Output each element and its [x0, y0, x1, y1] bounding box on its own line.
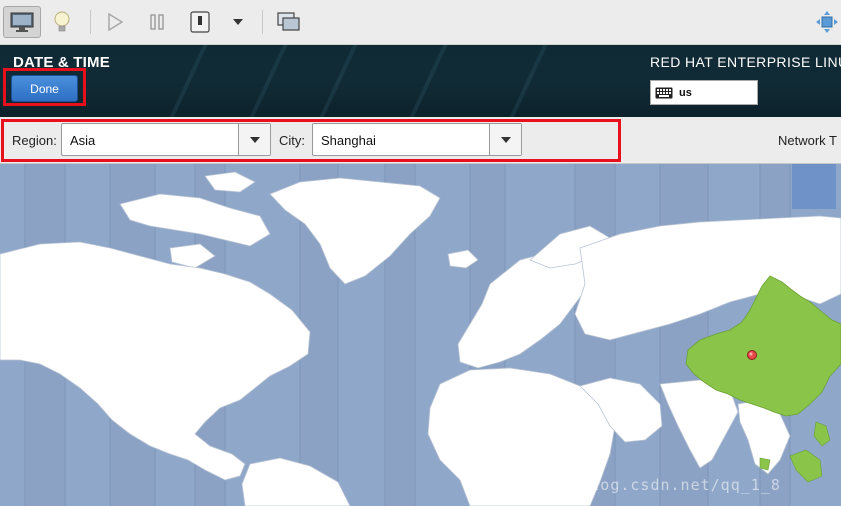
fullscreen-button[interactable]	[814, 6, 840, 38]
region-dropdown-button[interactable]	[238, 124, 270, 155]
chevron-down-icon	[249, 136, 260, 143]
move-arrows-icon	[816, 11, 838, 33]
shutdown-menu-dropdown[interactable]	[228, 6, 248, 38]
pause-button[interactable]	[144, 6, 170, 38]
timezone-map[interactable]: https://blog.csdn.net/qq_1_8	[0, 164, 841, 506]
timezone-selector-bar: Region: Asia City: Shanghai Network T	[0, 117, 841, 164]
pause-icon	[150, 14, 164, 30]
run-button[interactable]	[102, 6, 128, 38]
watermark-text: https://blog.csdn.net/qq_1_8	[500, 476, 781, 494]
toolbar-separator	[90, 10, 91, 34]
keyboard-layout-label: us	[679, 86, 692, 99]
highlight-zone-top	[792, 164, 836, 209]
city-label: City:	[279, 133, 305, 148]
keyboard-layout-indicator[interactable]: us	[650, 80, 758, 105]
region-combobox[interactable]: Asia	[61, 123, 271, 156]
product-title: RED HAT ENTERPRISE LINU	[650, 54, 841, 70]
city-dropdown-button[interactable]	[489, 124, 521, 155]
play-icon	[108, 13, 123, 31]
shutdown-button[interactable]	[186, 6, 214, 38]
details-view-button[interactable]	[48, 6, 76, 38]
region-value: Asia	[70, 133, 96, 148]
console-view-button[interactable]	[3, 6, 41, 38]
keyboard-icon	[655, 87, 673, 98]
spoke-header: DATE & TIME Done RED HAT ENTERPRISE LINU…	[0, 45, 841, 117]
region-label: Region:	[12, 133, 57, 148]
city-value: Shanghai	[321, 133, 376, 148]
chevron-down-icon	[500, 136, 511, 143]
city-marker-pin	[747, 350, 757, 360]
network-time-label: Network T	[778, 133, 837, 148]
world-map[interactable]	[0, 164, 841, 506]
vm-toolbar	[0, 0, 841, 45]
monitor-icon	[10, 12, 34, 32]
chevron-down-icon	[233, 19, 243, 25]
windows-stack-icon	[277, 12, 300, 31]
done-button[interactable]: Done	[11, 75, 78, 102]
power-switch-icon	[190, 11, 210, 33]
city-combobox[interactable]: Shanghai	[312, 123, 522, 156]
lightbulb-icon	[54, 11, 70, 32]
snapshot-manager-button[interactable]	[274, 6, 304, 38]
toolbar-separator	[262, 10, 263, 34]
